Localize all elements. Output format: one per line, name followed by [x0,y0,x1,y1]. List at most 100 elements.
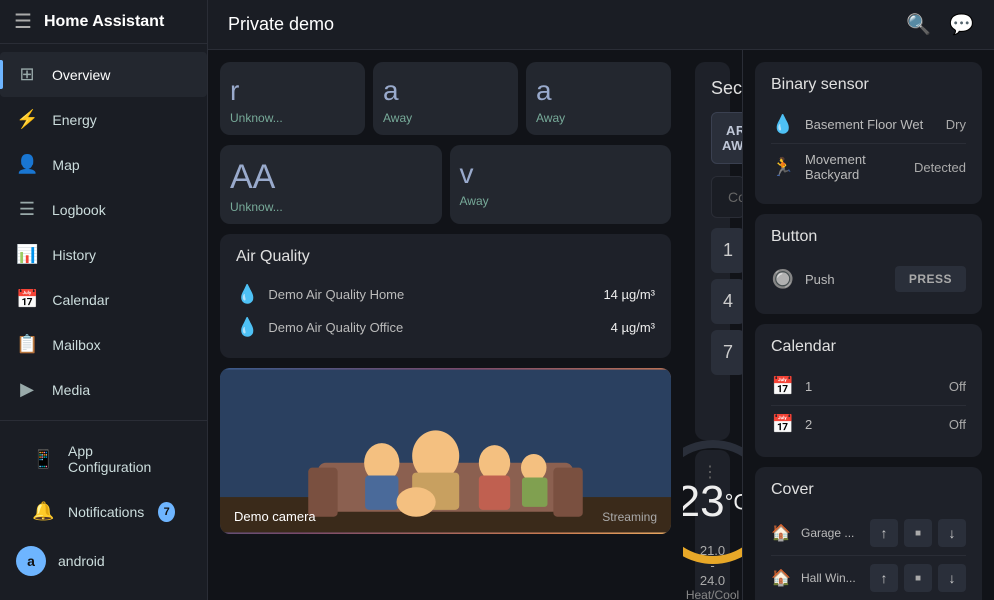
cover-up-0[interactable]: ↑ [870,519,898,547]
sidebar-item-overview[interactable]: ⊞ Overview [0,52,207,97]
energy-icon: ⚡ [16,109,38,130]
person-tile-4[interactable]: v Away [450,145,672,224]
app-title: Home Assistant [44,13,164,31]
cover-card: Cover 🏠 Garage ... ↑ ■ ↓ 🏠 Hall Win... ↑… [755,467,982,600]
far-right-panel: Binary sensor 💧 Basement Floor Wet Dry 🏃… [742,50,994,600]
person-tile-2[interactable]: a Away [526,62,671,135]
calendar-icon-0: 📅 [771,376,795,397]
numpad-4[interactable]: 4 [711,279,742,324]
security-title: Security [711,78,742,99]
middle-panel: Security 🛡 Disarmed ARM AWAY ARM HOME Co… [683,50,742,600]
person-tile-0[interactable]: r Unknow... [220,62,365,135]
sidebar-item-energy[interactable]: ⚡ Energy [0,97,207,142]
main-content: Private demo 🔍 💬 r Unknow... a Away a A [208,0,994,600]
thermostat-dial: 23°C [683,464,742,539]
air-quality-title: Air Quality [236,248,655,266]
sidebar-item-logbook[interactable]: ☰ Logbook [0,187,207,232]
person-letter-4: v [460,159,474,190]
sensor-row-1: 🏃 Movement Backyard Detected [771,144,966,190]
menu-icon[interactable]: ☰ [14,9,32,34]
numpad-empty [711,381,742,426]
topbar: Private demo 🔍 💬 [208,0,994,50]
security-header: Security 🛡 Disarmed [711,76,714,100]
person-status-0: Unknow... [230,111,283,125]
press-button[interactable]: PRESS [895,266,966,292]
calendar-row-1: 📅 2 Off [771,406,966,443]
person-status-2: Away [536,111,565,125]
code-input[interactable]: Code [711,176,742,218]
aq-value-1: 4 µg/m³ [611,320,655,335]
cover-stop-0[interactable]: ■ [904,519,932,547]
numpad-1[interactable]: 1 [711,228,742,273]
sidebar-item-history[interactable]: 📊 History [0,232,207,277]
air-quality-card: Air Quality 💧 Demo Air Quality Home 14 µ… [220,234,671,358]
person-letter-3: AA [230,159,275,196]
camera-card[interactable]: Demo camera Streaming [220,368,671,534]
cover-up-1[interactable]: ↑ [870,564,898,592]
cover-name-1: Hall Win... [801,571,864,585]
calendar-name-1: 2 [805,417,939,432]
binary-sensor-card: Binary sensor 💧 Basement Floor Wet Dry 🏃… [755,62,982,204]
sidebar-bottom: 📱 App Configuration 🔔 Notifications 7 a … [0,420,207,600]
mailbox-icon: 📋 [16,334,38,355]
calendar-icon-1: 📅 [771,414,795,435]
sidebar-item-mailbox[interactable]: 📋 Mailbox [0,322,207,367]
search-icon[interactable]: 🔍 [906,12,931,37]
calendar-value-1: Off [949,417,966,432]
camera-streaming: Streaming [602,510,657,524]
person-tile-3[interactable]: AA Unknow... [220,145,442,224]
sensor-value-1: Detected [914,160,966,175]
cover-row-1: 🏠 Hall Win... ↑ ■ ↓ [771,556,966,600]
sidebar-item-android[interactable]: a android [16,536,191,586]
thermostat-unit: °C [725,489,742,514]
left-panel: r Unknow... a Away a Away AA Unknow... [208,50,683,600]
media-icon: ▶ [16,379,38,400]
person-tiles-bottom: AA Unknow... v Away [220,145,671,224]
sidebar-item-app-config[interactable]: 📱 App Configuration [16,431,191,487]
map-icon: 👤 [16,154,38,175]
logbook-icon: ☰ [16,199,38,220]
sidebar-item-calendar[interactable]: 📅 Calendar [0,277,207,322]
calendar-row-0: 📅 1 Off [771,368,966,406]
sensor-motion-icon: 🏃 [771,157,795,178]
camera-label: Demo camera [234,509,316,524]
button-card-title: Button [771,228,966,246]
calendar-name-0: 1 [805,379,939,394]
person-letter-2: a [536,76,552,107]
person-status-3: Unknow... [230,200,283,214]
notifications-badge: 7 [158,502,175,522]
thermostat-card: ⋮ 23°C 21.0 - 24.0 Heat/Cool - H [695,450,730,600]
sensor-name-0: Basement Floor Wet [805,117,936,132]
person-tile-1[interactable]: a Away [373,62,518,135]
arm-away-button[interactable]: ARM AWAY [711,112,742,164]
sensor-name-1: Movement Backyard [805,152,904,182]
security-card: Security 🛡 Disarmed ARM AWAY ARM HOME Co… [695,62,730,440]
aq-icon-0: 💧 [236,284,258,305]
calendar-card-title: Calendar [771,338,966,356]
cover-icon-1: 🏠 [771,568,795,588]
calendar-value-0: Off [949,379,966,394]
person-letter-1: a [383,76,399,107]
cover-down-1[interactable]: ↓ [938,564,966,592]
app-config-icon: 📱 [32,449,54,470]
numpad-7[interactable]: 7 [711,330,742,375]
sidebar-item-notifications[interactable]: 🔔 Notifications 7 [16,489,191,534]
aq-name-0: Demo Air Quality Home [268,287,593,302]
button-icon: 🔘 [771,269,795,290]
user-avatar: a [16,546,46,576]
cover-down-0[interactable]: ↓ [938,519,966,547]
numpad: 1 2 3 4 5 6 7 8 9 0 CLEAR [711,228,714,426]
calendar-nav-icon: 📅 [16,289,38,310]
cover-icon-0: 🏠 [771,523,795,543]
chat-icon[interactable]: 💬 [949,12,974,37]
sensor-row-0: 💧 Basement Floor Wet Dry [771,106,966,144]
aq-icon-1: 💧 [236,317,258,338]
person-tiles-top: r Unknow... a Away a Away [220,62,671,135]
sidebar-item-map[interactable]: 👤 Map [0,142,207,187]
sidebar-item-media[interactable]: ▶ Media [0,367,207,412]
cover-stop-1[interactable]: ■ [904,564,932,592]
binary-sensor-title: Binary sensor [771,76,966,94]
topbar-icons: 🔍 💬 [906,12,974,37]
overview-icon: ⊞ [16,64,38,85]
arm-buttons: ARM AWAY ARM HOME [711,112,714,164]
